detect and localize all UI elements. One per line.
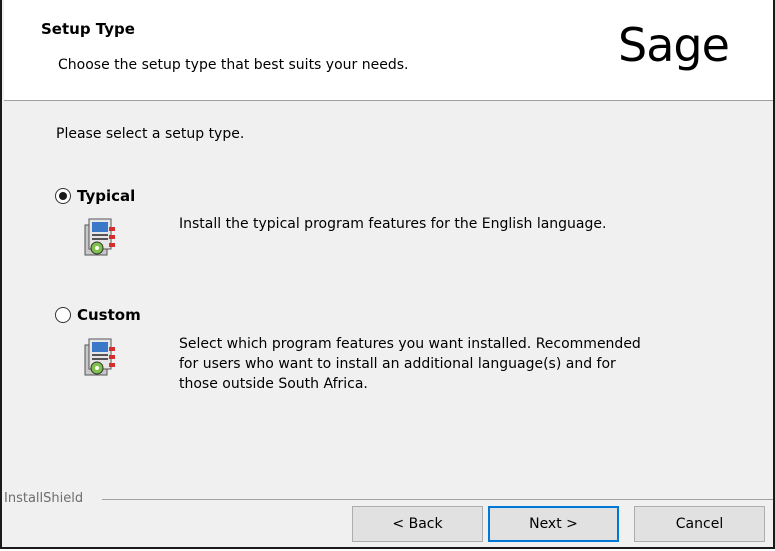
setup-package-icon: [84, 218, 115, 256]
custom-label: Custom: [77, 306, 141, 324]
cancel-button[interactable]: Cancel: [634, 506, 765, 542]
custom-description-line: Select which program features you want i…: [179, 336, 641, 352]
setup-type-prompt: Please select a setup type.: [56, 126, 245, 142]
page-subtitle: Choose the setup type that best suits yo…: [58, 57, 409, 73]
installshield-label: InstallShield: [2, 491, 90, 506]
dialog-header: Setup Type Choose the setup type that be…: [4, 0, 773, 100]
typical-radio-option[interactable]: Typical: [55, 187, 135, 205]
custom-radio-option[interactable]: Custom: [55, 306, 141, 324]
header-divider: [4, 100, 773, 101]
typical-description: Install the typical program features for…: [179, 216, 607, 232]
sage-logo: Sage: [618, 18, 730, 72]
installshield-divider: [102, 499, 773, 500]
setup-package-icon: [84, 338, 115, 376]
custom-description-line: for users who want to install an additio…: [179, 356, 616, 372]
custom-radio-button[interactable]: [55, 307, 71, 323]
page-title: Setup Type: [41, 20, 135, 38]
next-button[interactable]: Next >: [488, 506, 619, 542]
typical-radio-button[interactable]: [55, 188, 71, 204]
typical-label: Typical: [77, 187, 136, 205]
custom-description: Select which program features you want i…: [179, 334, 641, 394]
back-button[interactable]: < Back: [352, 506, 483, 542]
custom-description-line: those outside South Africa.: [179, 376, 368, 392]
setup-dialog: Setup Type Choose the setup type that be…: [0, 0, 775, 549]
